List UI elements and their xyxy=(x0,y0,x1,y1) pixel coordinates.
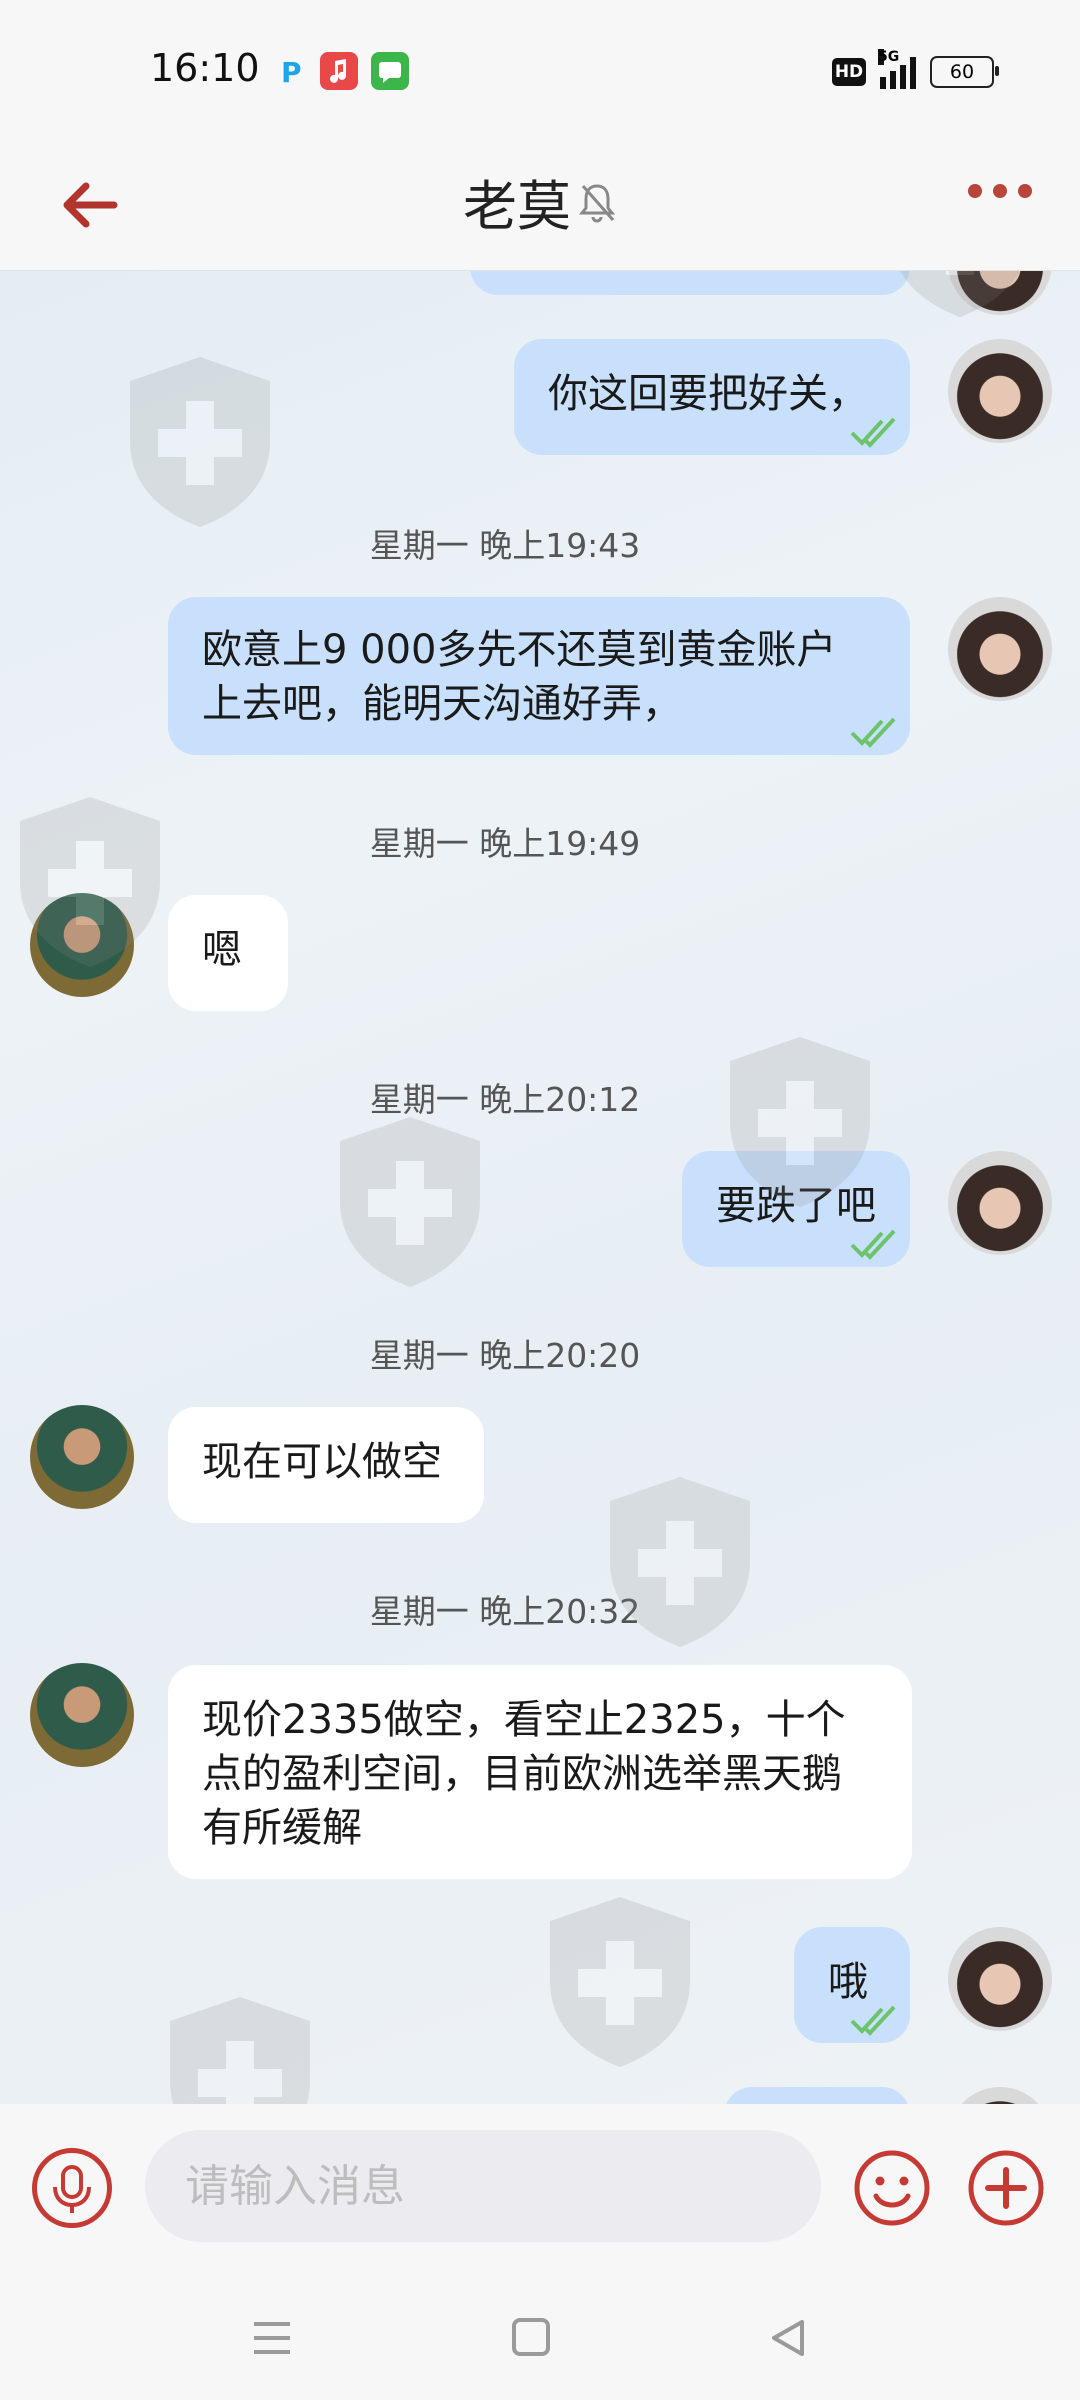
app-notification-icon: P xyxy=(272,52,310,90)
avatar[interactable] xyxy=(30,1405,134,1509)
shield-watermark-icon xyxy=(170,1997,310,2104)
message-text: 现在可以做空 xyxy=(202,1439,442,1485)
avatar[interactable] xyxy=(948,597,1052,701)
input-bar xyxy=(0,2104,1080,2270)
plus-circle-icon[interactable] xyxy=(966,2148,1046,2228)
message-list[interactable]: 你这回要把好关， 星期一 晚上19:43 欧意上9 000多先不还莫到黄金账户 … xyxy=(0,271,1080,2104)
timestamp: 星期一 晚上20:12 xyxy=(369,1080,641,1119)
voice-button[interactable] xyxy=(32,2148,112,2228)
message-app-icon xyxy=(371,52,409,90)
message-text-line: 有所缓解 xyxy=(202,1805,362,1851)
message-bubble-incoming[interactable]: 现价2335做空，看空止2325，十个 点的盈利空间，目前欧洲选举黑天鹅 有所缓… xyxy=(168,1665,912,1879)
timestamp: 星期一 晚上19:49 xyxy=(369,824,641,863)
system-nav-bar xyxy=(0,2270,1080,2400)
avatar[interactable] xyxy=(30,1663,134,1767)
message-text: 你这回要把好关， xyxy=(548,371,868,417)
message-bubble-outgoing[interactable]: 欧意上9 000多先不还莫到黄金账户 上去吧，能明天沟通好弄， xyxy=(168,597,910,755)
avatar[interactable] xyxy=(948,1927,1052,2031)
signal-icon: 5G xyxy=(878,49,916,89)
avatar[interactable] xyxy=(948,1151,1052,1255)
message-text: 嗯 xyxy=(202,927,242,973)
timestamp: 星期一 晚上20:32 xyxy=(369,1592,641,1631)
menu-icon[interactable] xyxy=(252,2320,292,2356)
hd-badge: HD xyxy=(832,58,866,86)
avatar[interactable] xyxy=(948,2087,1052,2104)
timestamp: 星期一 晚上19:43 xyxy=(369,526,641,565)
mic-icon xyxy=(53,2165,91,2213)
status-time: 16:10 xyxy=(150,46,260,90)
message-bubble-outgoing[interactable]: 要跌了吧 xyxy=(682,1151,910,1267)
avatar[interactable] xyxy=(30,893,134,997)
shield-watermark-icon xyxy=(550,1897,690,2067)
avatar[interactable] xyxy=(948,271,1052,315)
status-bar: 16:10 P HD 5G 60 xyxy=(0,0,1080,140)
message-text-line: 现价2335做空，看空止2325，十个 xyxy=(202,1697,846,1743)
message-text-line: 欧意上9 000多先不还莫到黄金账户 xyxy=(202,627,837,673)
message-input[interactable] xyxy=(145,2130,821,2242)
more-dots-icon xyxy=(968,184,982,198)
home-square-icon[interactable] xyxy=(512,2318,550,2356)
message-text: 哦 xyxy=(828,1959,868,2005)
read-check-icon xyxy=(850,717,896,748)
message-bubble-outgoing[interactable]: 哦 xyxy=(794,1927,910,2043)
read-check-icon xyxy=(850,1229,896,1260)
message-bubble-outgoing[interactable]: 你这回要把好关， xyxy=(514,339,910,455)
shield-watermark-icon xyxy=(340,1117,480,1287)
timestamp: 星期一 晚上20:20 xyxy=(369,1336,641,1375)
read-check-icon xyxy=(850,2005,896,2036)
svg-text:P: P xyxy=(281,56,302,89)
battery-icon: 60 xyxy=(930,56,999,88)
music-app-icon xyxy=(320,52,358,90)
network-type: 5G xyxy=(878,49,900,65)
battery-level: 60 xyxy=(949,61,975,83)
read-check-icon xyxy=(850,417,896,448)
chat-header: 老莫 xyxy=(0,140,1080,271)
message-bubble-incoming[interactable]: 现在可以做空 xyxy=(168,1407,484,1523)
message-text-line: 点的盈利空间，目前欧洲选举黑天鹅 xyxy=(202,1751,842,1797)
chat-title: 老莫 xyxy=(463,175,571,238)
message-bubble-partial[interactable] xyxy=(724,2087,910,2104)
smiley-icon[interactable] xyxy=(852,2148,932,2228)
bell-muted-icon xyxy=(578,183,616,222)
avatar[interactable] xyxy=(948,339,1052,443)
more-button[interactable] xyxy=(968,184,1032,198)
shield-watermark-icon xyxy=(130,357,270,527)
message-bubble-partial[interactable] xyxy=(470,271,910,295)
message-bubble-incoming[interactable]: 嗯 xyxy=(168,895,288,1011)
triangle-back-icon[interactable] xyxy=(768,2318,808,2358)
message-text: 要跌了吧 xyxy=(716,1183,876,1229)
message-text-line: 上去吧，能明天沟通好弄， xyxy=(202,681,682,727)
